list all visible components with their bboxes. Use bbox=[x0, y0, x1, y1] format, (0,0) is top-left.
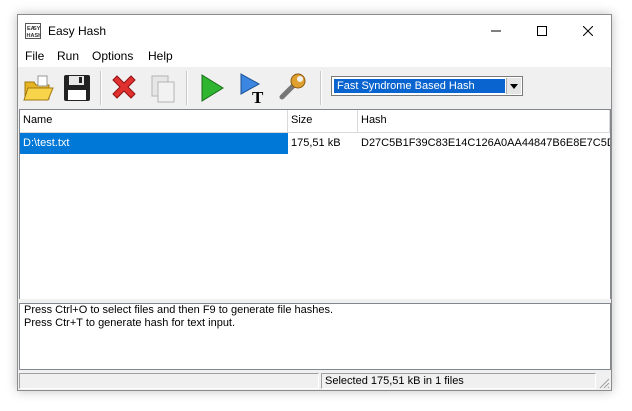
maximize-button[interactable] bbox=[519, 15, 565, 46]
menu-options[interactable]: Options bbox=[92, 49, 133, 63]
log-line: Press Ctr+T to generate hash for text in… bbox=[24, 317, 236, 329]
delete-icon bbox=[112, 75, 136, 99]
title-bar[interactable]: EA SY HASH Easy Hash bbox=[18, 15, 611, 46]
settings-button[interactable] bbox=[274, 70, 310, 106]
save-icon bbox=[64, 75, 90, 101]
toolbar-separator bbox=[100, 71, 102, 105]
menu-file[interactable]: File bbox=[25, 49, 44, 63]
minimize-icon bbox=[491, 30, 501, 31]
menu-bar: File Run Options Help bbox=[18, 46, 611, 67]
hash-algorithm-value: Fast Syndrome Based Hash bbox=[334, 79, 505, 93]
status-selection-text: Selected 175,51 kB in 1 files bbox=[321, 373, 596, 389]
svg-text:T: T bbox=[252, 88, 264, 105]
toolbar-separator bbox=[186, 71, 188, 105]
svg-text:HASH: HASH bbox=[27, 33, 42, 39]
app-window: EA SY HASH Easy Hash File Run Options He… bbox=[17, 14, 612, 391]
copy-icon bbox=[151, 75, 175, 103]
save-button[interactable] bbox=[59, 70, 95, 106]
settings-icon bbox=[279, 73, 306, 100]
menu-run[interactable]: Run bbox=[57, 49, 79, 63]
open-folder-icon bbox=[23, 75, 54, 101]
column-header-size[interactable]: Size bbox=[288, 110, 358, 133]
easy-hash-app-icon: EA SY HASH bbox=[25, 23, 42, 39]
dropdown-arrow-button[interactable] bbox=[506, 78, 521, 94]
minimize-button[interactable] bbox=[473, 15, 519, 46]
file-list[interactable]: Name Size Hash D:\test.txt 175,51 kB D27… bbox=[19, 109, 611, 300]
open-files-button[interactable] bbox=[20, 70, 56, 106]
chevron-down-icon bbox=[510, 83, 518, 89]
row-name-cell[interactable]: D:\test.txt bbox=[20, 133, 288, 154]
close-button[interactable] bbox=[565, 15, 611, 46]
close-icon bbox=[583, 25, 593, 36]
hash-algorithm-select[interactable]: Fast Syndrome Based Hash bbox=[331, 76, 523, 96]
hash-text-icon: T bbox=[240, 73, 264, 105]
status-bar: Selected 175,51 kB in 1 files bbox=[18, 371, 611, 390]
menu-help[interactable]: Help bbox=[148, 49, 173, 63]
toolbar-separator bbox=[320, 71, 322, 105]
remove-button[interactable] bbox=[106, 70, 142, 106]
row-hash-cell[interactable]: D27C5B1F39C83E14C126A0AA44847B6E8E7C5D4 bbox=[358, 133, 610, 154]
resize-grip-icon[interactable] bbox=[598, 377, 610, 389]
run-button[interactable] bbox=[193, 70, 229, 106]
maximize-icon bbox=[537, 25, 547, 36]
window-title: Easy Hash bbox=[48, 24, 107, 38]
row-size-cell[interactable]: 175,51 kB bbox=[288, 133, 358, 154]
column-header-hash[interactable]: Hash bbox=[358, 110, 610, 133]
copy-button[interactable] bbox=[145, 70, 181, 106]
column-header-name[interactable]: Name bbox=[20, 110, 288, 133]
run-icon bbox=[201, 74, 224, 102]
status-panel-left bbox=[19, 373, 319, 389]
svg-text:SY: SY bbox=[33, 26, 41, 32]
log-line: Press Ctrl+O to select files and then F9… bbox=[24, 304, 334, 316]
log-panel[interactable]: Press Ctrl+O to select files and then F9… bbox=[19, 303, 611, 370]
hash-text-button[interactable]: T bbox=[236, 70, 272, 106]
